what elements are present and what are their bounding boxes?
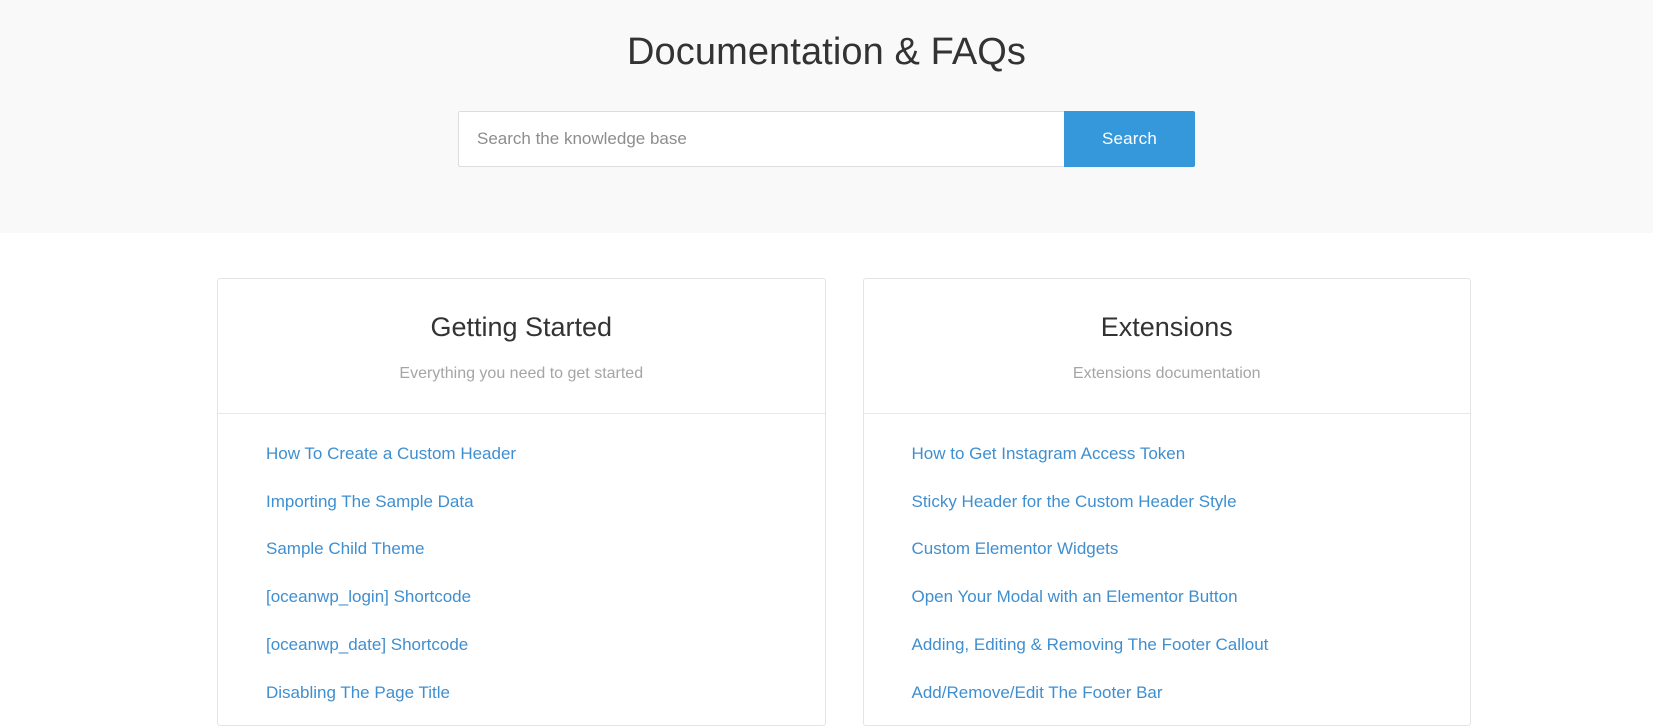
list-item: Importing The Sample Data [218,490,825,514]
list-item: Adding, Editing & Removing The Footer Ca… [864,633,1471,657]
doc-link[interactable]: Disabling The Page Title [266,681,450,705]
page-title: Documentation & FAQs [626,31,1027,73]
hero-section: Documentation & FAQs Search [0,0,1653,233]
doc-link[interactable]: Adding, Editing & Removing The Footer Ca… [912,633,1269,657]
doc-card-extensions: Extensions Extensions documentation How … [862,278,1471,726]
doc-link[interactable]: [oceanwp_date] Shortcode [266,633,468,657]
doc-link[interactable]: Sticky Header for the Custom Header Styl… [912,490,1237,514]
doc-card-getting-started: Getting Started Everything you need to g… [217,278,826,726]
knowledge-base-search-form: Search [458,111,1195,168]
search-button[interactable]: Search [1064,111,1195,168]
doc-link[interactable]: [oceanwp_login] Shortcode [266,585,471,609]
doc-link[interactable]: How To Create a Custom Header [266,442,516,466]
documentation-cards-area: Getting Started Everything you need to g… [0,233,1653,728]
list-item: Open Your Modal with an Elementor Button [864,585,1471,609]
card-header: Getting Started Everything you need to g… [218,279,825,414]
doc-link[interactable]: Add/Remove/Edit The Footer Bar [912,681,1163,705]
list-item: [oceanwp_date] Shortcode [218,633,825,657]
card-title: Extensions [1100,312,1233,342]
doc-link[interactable]: Sample Child Theme [266,537,424,561]
list-item: Add/Remove/Edit The Footer Bar [864,681,1471,705]
list-item: How to Get Instagram Access Token [864,442,1471,466]
list-item: Custom Elementor Widgets [864,537,1471,561]
card-subtitle: Everything you need to get started [399,365,644,383]
list-item: Disabling The Page Title [218,681,825,705]
card-link-list: How To Create a Custom Header Importing … [218,414,825,725]
card-link-list: How to Get Instagram Access Token Sticky… [864,414,1471,725]
list-item: Sticky Header for the Custom Header Styl… [864,490,1471,514]
cards-row: Getting Started Everything you need to g… [217,278,1471,726]
search-input[interactable] [458,111,1064,168]
doc-link[interactable]: How to Get Instagram Access Token [912,442,1186,466]
card-title: Getting Started [430,312,613,342]
list-item: How To Create a Custom Header [218,442,825,466]
doc-link[interactable]: Importing The Sample Data [266,490,474,514]
list-item: Sample Child Theme [218,537,825,561]
doc-link[interactable]: Custom Elementor Widgets [912,537,1119,561]
list-item: [oceanwp_login] Shortcode [218,585,825,609]
card-subtitle: Extensions documentation [1072,365,1261,383]
doc-link[interactable]: Open Your Modal with an Elementor Button [912,585,1238,609]
card-header: Extensions Extensions documentation [863,279,1470,414]
